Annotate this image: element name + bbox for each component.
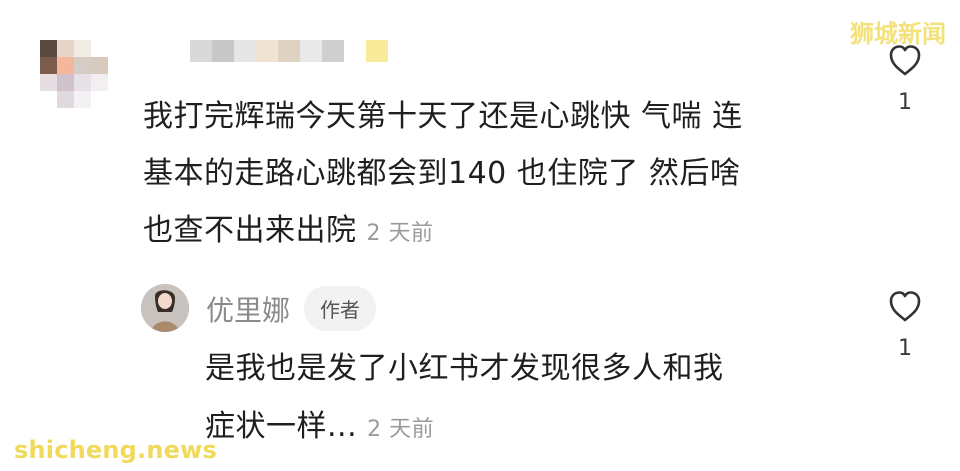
- reply-like-count: 1: [898, 336, 912, 361]
- comment-like[interactable]: 1: [883, 40, 927, 115]
- reply-author-name[interactable]: 优里娜: [206, 289, 290, 329]
- comment-line-2: 基本的走路心跳都会到140 也住院了 然后啥: [143, 156, 741, 191]
- comment-line-1: 我打完辉瑞今天第十天了还是心跳快 气喘 连: [143, 99, 743, 134]
- reply-like[interactable]: 1: [883, 286, 927, 361]
- reply-line-2-text: 症状一样...: [205, 409, 358, 444]
- reply-line-2: 症状一样... 2 天前: [205, 398, 825, 459]
- comment-author-avatar[interactable]: [40, 40, 108, 108]
- reply-author-avatar[interactable]: [141, 284, 189, 332]
- comment-body: 我打完辉瑞今天第十天了还是心跳快 气喘 连 基本的走路心跳都会到140 也住院了…: [143, 88, 863, 262]
- avatar-photo: [141, 284, 189, 332]
- comment-line-3-text: 也查不出来出院: [143, 213, 357, 248]
- comment-author-name-obscured[interactable]: [190, 40, 388, 62]
- reply-time: 2 天前: [367, 417, 435, 442]
- author-badge: 作者: [304, 286, 377, 331]
- heart-outline-icon[interactable]: [885, 286, 925, 326]
- heart-outline-icon[interactable]: [885, 40, 925, 80]
- comment-line-3: 也查不出来出院 2 天前: [143, 202, 863, 262]
- comment-like-count: 1: [898, 90, 912, 115]
- comment-thread-screen: 狮城新闻 我打完辉瑞今天第十天了还是心跳快 气喘 连 基本的走路心跳都会到140…: [0, 0, 960, 471]
- reply-line-1: 是我也是发了小红书才发现很多人和我: [205, 351, 724, 386]
- reply-body: 是我也是发了小红书才发现很多人和我 症状一样... 2 天前: [205, 340, 825, 459]
- watermark-bottom-left: shicheng.news: [14, 436, 217, 464]
- reply-header: 优里娜 作者: [206, 286, 377, 331]
- comment-time: 2 天前: [366, 221, 434, 246]
